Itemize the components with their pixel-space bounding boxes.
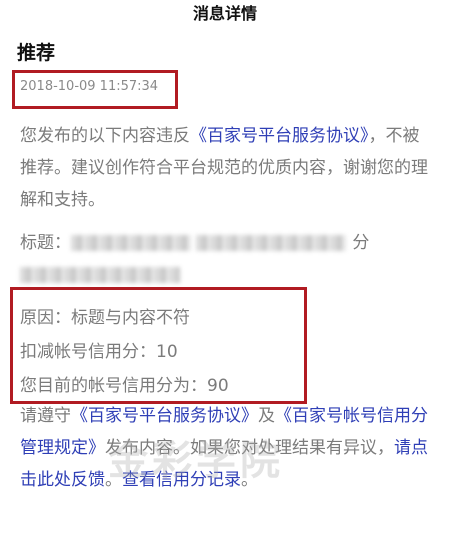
title-label: 标题： bbox=[20, 233, 71, 253]
credit-record-link[interactable]: 查看信用分记录 bbox=[122, 470, 241, 490]
blurred-title-part2 bbox=[196, 235, 347, 251]
page-title: 消息详情 bbox=[192, 4, 257, 23]
deduction-text: 扣减帐号信用分：10 bbox=[20, 342, 178, 362]
blurred-title-part1 bbox=[71, 235, 191, 251]
notice-end: 。 bbox=[241, 470, 258, 490]
blurred-title-part3 bbox=[20, 267, 180, 283]
notice-mid: 发布内容。如果您对处理结果有异议， bbox=[105, 438, 394, 458]
message-timestamp: 2018-10-09 11:57:34 bbox=[20, 79, 159, 94]
notice-and: 及 bbox=[258, 406, 275, 426]
intro-paragraph: 您发布的以下内容违反《百家号平台服务协议》，不被推荐。建议创作符合平台规范的优质… bbox=[20, 120, 434, 216]
service-agreement-link-2[interactable]: 《百家号平台服务协议》 bbox=[71, 406, 258, 426]
title-tail: 分 bbox=[352, 233, 370, 253]
article-title-row: 标题： 分 bbox=[20, 228, 434, 288]
message-heading: 推荐 bbox=[17, 42, 56, 64]
notice-paragraph: 请遵守《百家号平台服务协议》及《百家号帐号信用分管理规定》发布内容。如果您对处理… bbox=[20, 400, 434, 496]
reason-text: 原因：标题与内容不符 bbox=[20, 308, 190, 328]
service-agreement-link[interactable]: 《百家号平台服务协议》 bbox=[190, 126, 369, 146]
intro-prefix: 您发布的以下内容违反 bbox=[20, 126, 190, 146]
notice-sep: 。 bbox=[105, 470, 122, 490]
current-score-text: 您目前的帐号信用分为：90 bbox=[20, 376, 229, 396]
notice-prefix: 请遵守 bbox=[20, 406, 71, 426]
